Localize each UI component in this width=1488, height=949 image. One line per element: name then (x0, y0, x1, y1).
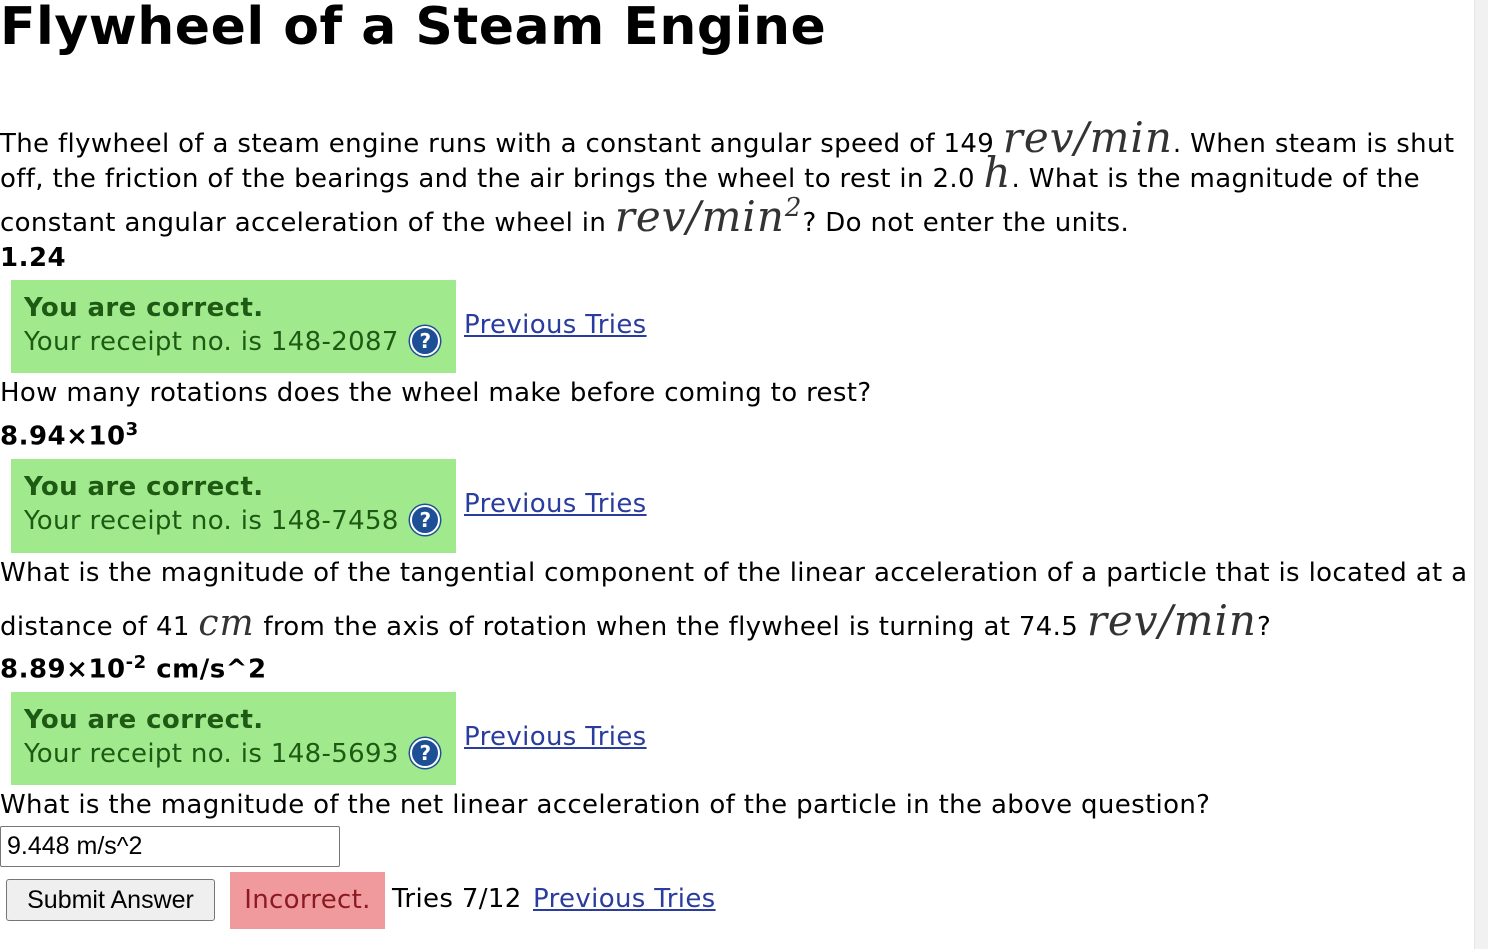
question-text: ? (1256, 612, 1272, 642)
receipt-line: Your receipt no. is 148-2087 ? (24, 325, 456, 359)
submitted-answer: 1.24 (0, 243, 67, 273)
question-help-icon[interactable]: ? (410, 325, 441, 356)
unit-hours: h (983, 148, 1012, 197)
problem-text: constant angular acceleration of the whe… (0, 208, 607, 238)
unit-rev-min-squared: rev/min2 (614, 192, 803, 241)
incorrect-status-badge: Incorrect. (230, 872, 385, 929)
correct-title: You are correct. (24, 293, 264, 323)
question-help-icon[interactable]: ? (410, 737, 441, 768)
previous-tries-link[interactable]: Previous Tries (464, 489, 647, 519)
correct-feedback-box: You are correct. Your receipt no. is 148… (11, 459, 456, 553)
question-line-2: distance of 41 cm from the axis of rotat… (0, 596, 1271, 645)
problem-text: . What is the magnitude of the (1011, 164, 1421, 194)
answer-input[interactable] (0, 826, 340, 867)
question-text: What is the magnitude of the net linear … (0, 790, 1211, 820)
correct-title: You are correct. (24, 705, 264, 735)
problem-text: off, the friction of the bearings and th… (0, 164, 975, 194)
submit-answer-button[interactable]: Submit Answer (6, 879, 215, 921)
submitted-answer: 8.94×103 (0, 419, 139, 452)
previous-tries-link[interactable]: Previous Tries (533, 884, 716, 914)
problem-line-2: off, the friction of the bearings and th… (0, 148, 1420, 197)
unit-cm: cm (198, 603, 255, 644)
correct-feedback-box: You are correct. Your receipt no. is 148… (11, 280, 456, 373)
question-text: from the axis of rotation when the flywh… (263, 612, 1079, 642)
receipt-line: Your receipt no. is 148-5693 ? (24, 737, 456, 771)
unit-rev-min: rev/min (1086, 596, 1257, 645)
problem-text: ? Do not enter the units. (802, 208, 1130, 238)
submitted-answer: 8.89×10-2 cm/s^2 (0, 652, 267, 685)
problem-page: Flywheel of a Steam Engine The flywheel … (0, 0, 1475, 949)
previous-tries-link[interactable]: Previous Tries (464, 310, 647, 340)
problem-line-3: constant angular acceleration of the whe… (0, 192, 1129, 241)
tries-counter: Tries 7/12 (392, 884, 522, 914)
correct-title: You are correct. (24, 472, 264, 502)
previous-tries-link[interactable]: Previous Tries (464, 722, 647, 752)
vertical-scrollbar[interactable] (1474, 0, 1488, 949)
receipt-line: Your receipt no. is 148-7458 ? (24, 504, 456, 538)
question-text: How many rotations does the wheel make b… (0, 378, 872, 408)
correct-feedback-box: You are correct. Your receipt no. is 148… (11, 692, 456, 785)
question-text: What is the magnitude of the tangential … (0, 558, 1468, 588)
page-title: Flywheel of a Steam Engine (0, 0, 827, 57)
question-help-icon[interactable]: ? (410, 504, 441, 535)
question-text: distance of 41 (0, 612, 190, 642)
